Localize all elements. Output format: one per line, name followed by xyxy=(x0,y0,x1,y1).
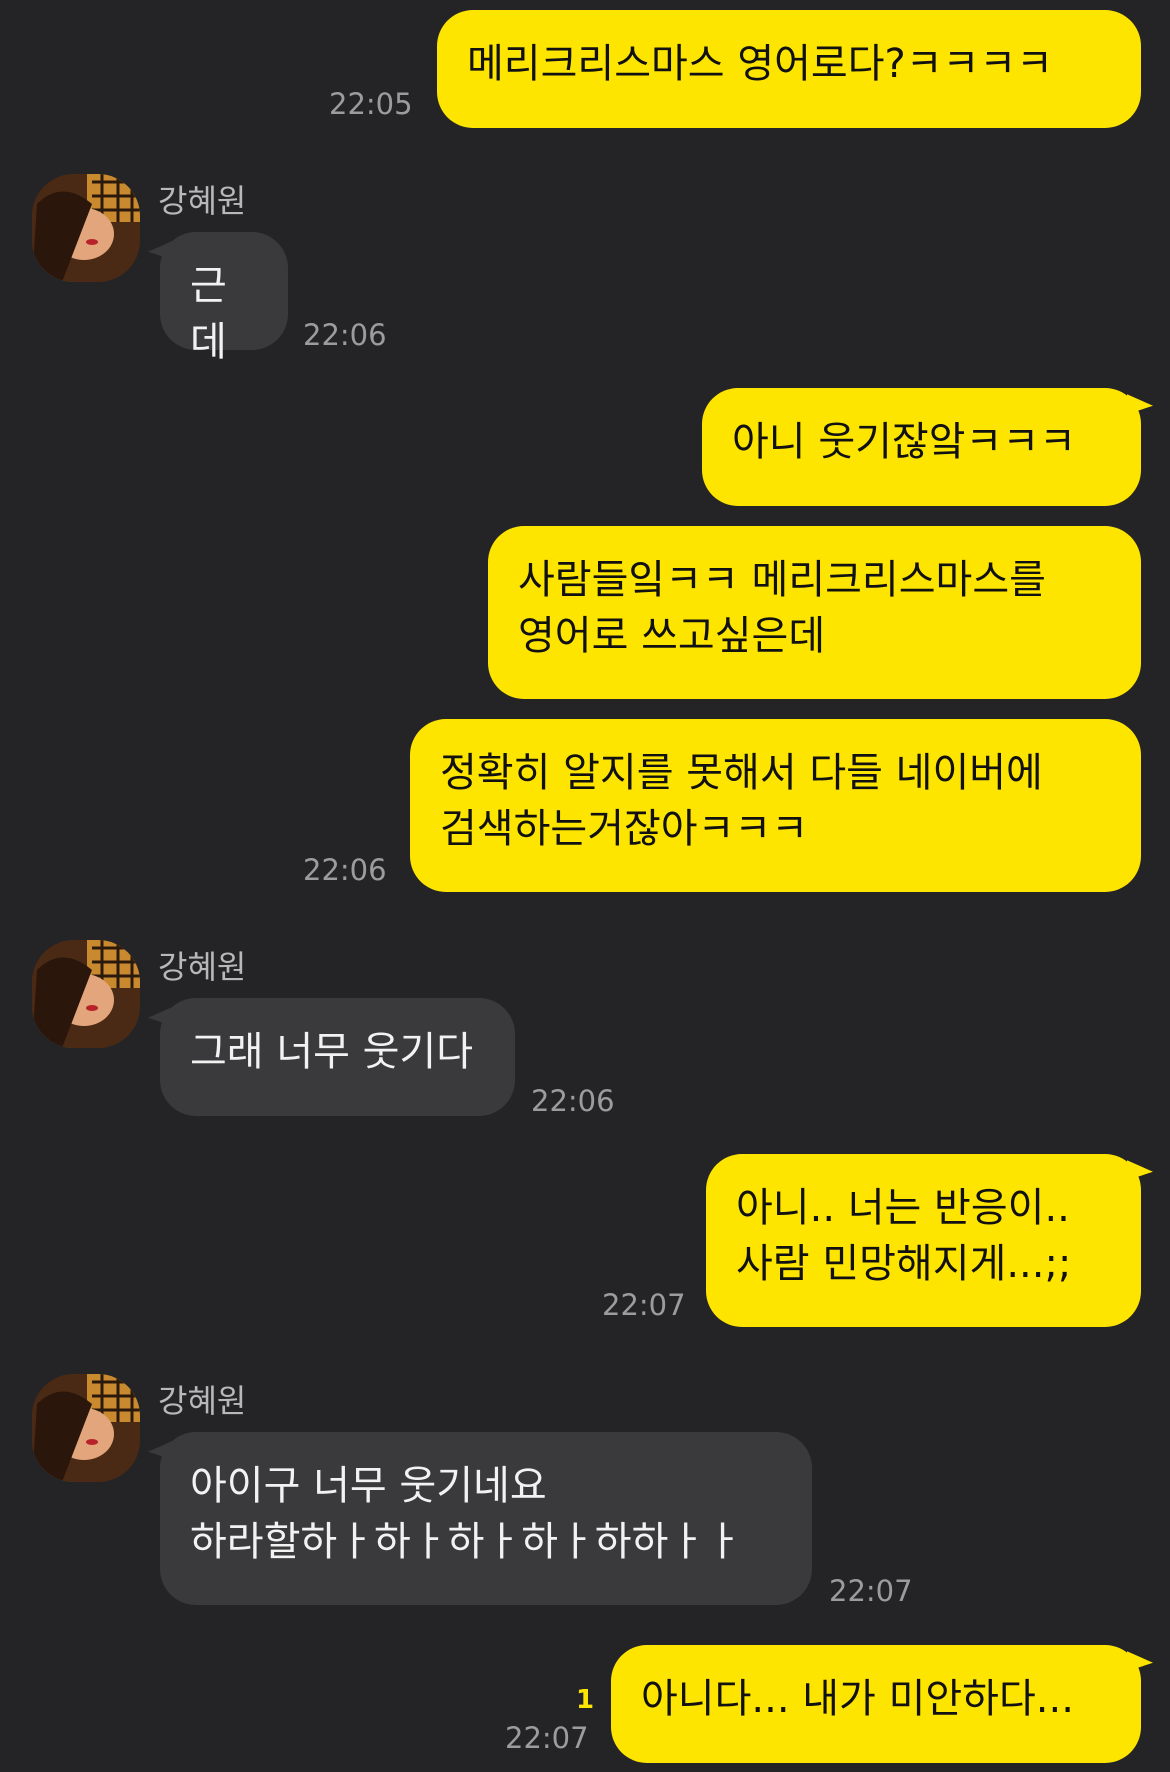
sender-name: 강혜원 xyxy=(158,948,247,986)
message-time: 22:07 xyxy=(505,1721,589,1755)
unread-count: 1 xyxy=(576,1685,595,1715)
message-bubble-out[interactable]: 아니 웃기잖앜ㅋㅋㅋ xyxy=(702,388,1141,506)
sender-name: 강혜원 xyxy=(158,182,247,220)
profile-photo-icon xyxy=(32,174,140,282)
sender-name: 강혜원 xyxy=(158,1382,247,1420)
message-time: 22:07 xyxy=(829,1574,913,1608)
message-bubble-out[interactable]: 정확히 알지를 못해서 다들 네이버에 검색하는거잖아ㅋㅋㅋ xyxy=(410,719,1141,892)
message-bubble-out[interactable]: 사람들잌ㅋㅋ 메리크리스마스를 영어로 쓰고싶은데 xyxy=(488,526,1141,699)
avatar[interactable] xyxy=(32,174,140,282)
avatar[interactable] xyxy=(32,940,140,1048)
message-bubble-out[interactable]: 아니.. 너는 반응이.. 사람 민망해지게...;; xyxy=(706,1154,1141,1327)
message-time: 22:05 xyxy=(329,87,413,121)
avatar[interactable] xyxy=(32,1374,140,1482)
message-time: 22:07 xyxy=(602,1288,686,1322)
message-bubble-out[interactable]: 아니다... 내가 미안하다... xyxy=(611,1645,1141,1763)
message-bubble-in[interactable]: 그래 너무 웃기다 xyxy=(160,998,515,1116)
message-time: 22:06 xyxy=(531,1084,615,1118)
message-bubble-in[interactable]: 근데 xyxy=(160,232,288,365)
message-bubble-out[interactable]: 메리크리스마스 영어로다?ㅋㅋㅋㅋ xyxy=(437,10,1141,128)
message-time: 22:06 xyxy=(303,853,387,887)
message-bubble-in[interactable]: 아이구 너무 웃기네요 하라할하ㅏ하ㅏ하ㅏ하ㅏ하하ㅏㅏ xyxy=(160,1432,812,1605)
message-time: 22:06 xyxy=(303,318,387,352)
profile-photo-icon xyxy=(32,940,140,1048)
profile-photo-icon xyxy=(32,1374,140,1482)
